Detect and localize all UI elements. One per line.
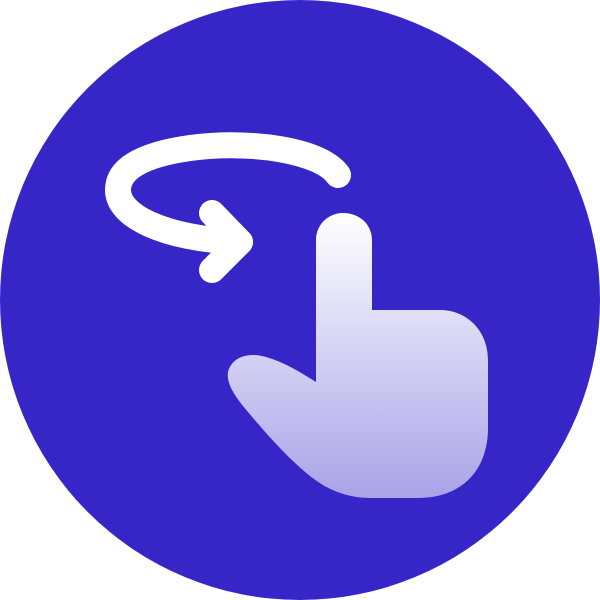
icon-canvas	[0, 0, 600, 600]
circle-background	[0, 0, 600, 600]
rotate-gesture-icon	[0, 0, 600, 600]
